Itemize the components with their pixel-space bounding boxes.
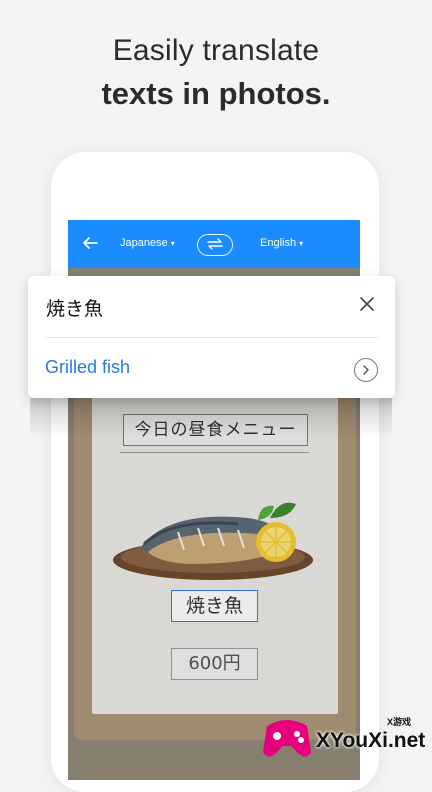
chevron-right-icon xyxy=(363,365,369,375)
app-toolbar: Japanese ▾ English ▾ xyxy=(68,220,360,268)
swap-languages-button[interactable] xyxy=(197,234,233,256)
target-language-label: English xyxy=(260,237,297,249)
source-language-selector[interactable]: Japanese ▾ xyxy=(120,237,175,249)
translation-text[interactable]: Grilled fish xyxy=(45,357,130,378)
watermark-logo-icon xyxy=(263,720,311,757)
source-text: 焼き魚 xyxy=(46,298,104,320)
swap-icon xyxy=(207,238,223,250)
chevron-down-icon: ▾ xyxy=(299,239,304,248)
source-language-label: Japanese xyxy=(120,237,168,249)
watermark-small-text: X游戏 xyxy=(387,717,412,727)
chevron-down-icon: ▾ xyxy=(170,239,175,248)
card-divider xyxy=(46,337,378,338)
watermark-text: XYouXi.net xyxy=(316,729,426,752)
target-language-selector[interactable]: English ▾ xyxy=(260,237,303,249)
translation-card: 焼き魚 Grilled fish xyxy=(28,276,395,398)
close-icon[interactable] xyxy=(359,296,375,312)
headline-line-2: texts in photos. xyxy=(101,76,331,111)
arrow-left-icon[interactable] xyxy=(80,233,100,253)
translation-details-button[interactable] xyxy=(354,358,378,382)
card-shadow xyxy=(30,398,392,438)
headline-line-1: Easily translate xyxy=(112,34,320,67)
